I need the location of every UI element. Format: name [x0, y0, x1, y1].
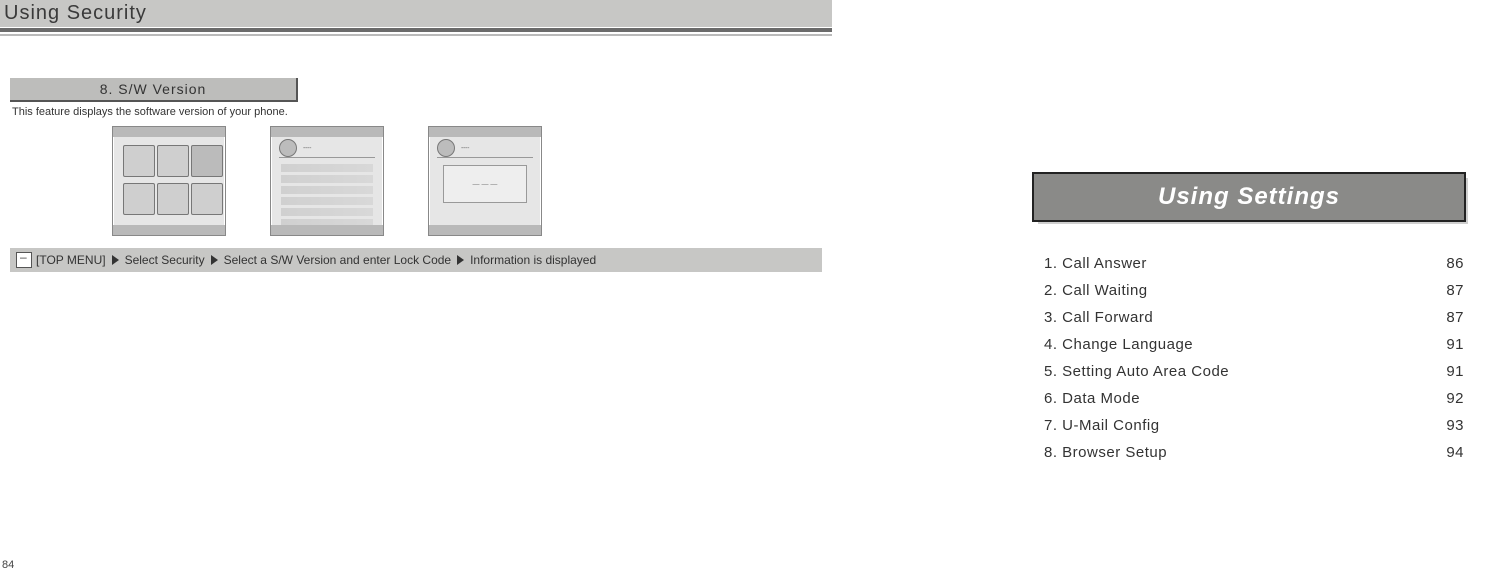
toc-label: 7. U-Mail Config	[1044, 417, 1160, 434]
left-page: Using Security 8. S/W Version This featu…	[0, 0, 832, 577]
chevron-right-icon	[457, 255, 464, 265]
toc-row: 6. Data Mode 92	[1044, 385, 1464, 412]
toc-row: 7. U-Mail Config 93	[1044, 412, 1464, 439]
nav-part-info-displayed: Information is displayed	[470, 253, 596, 267]
page-title: Using Security	[4, 2, 147, 24]
lock-icon	[437, 139, 455, 157]
chevron-right-icon	[211, 255, 218, 265]
toc-row: 8. Browser Setup 94	[1044, 439, 1464, 466]
page-number-left: 84	[2, 559, 14, 571]
toc-page: 91	[1446, 336, 1464, 353]
chapter-heading-box: Using Settings	[1032, 172, 1468, 222]
section-heading-label: 8. S/W Version	[100, 81, 207, 97]
phone-screenshot-security-list: ----	[270, 126, 384, 236]
toc-label: 4. Change Language	[1044, 336, 1193, 353]
section-heading-sw-version: 8. S/W Version	[10, 78, 298, 102]
chapter-heading-label: Using Settings	[1158, 183, 1340, 211]
toc-row: 4. Change Language 91	[1044, 331, 1464, 358]
phone-screenshot-menu-grid	[112, 126, 226, 236]
toc-label: 6. Data Mode	[1044, 390, 1140, 407]
toc-page: 94	[1446, 444, 1464, 461]
toc-page: 87	[1446, 282, 1464, 299]
toc-row: 3. Call Forward 87	[1044, 304, 1464, 331]
table-of-contents: 1. Call Answer 86 2. Call Waiting 87 3. …	[1044, 250, 1464, 466]
lock-icon	[279, 139, 297, 157]
toc-row: 5. Setting Auto Area Code 91	[1044, 358, 1464, 385]
toc-page: 93	[1446, 417, 1464, 434]
toc-label: 5. Setting Auto Area Code	[1044, 363, 1229, 380]
toc-label: 2. Call Waiting	[1044, 282, 1148, 299]
page-title-bar: Using Security	[0, 0, 832, 27]
screenshot-row: ---- ---- — — —	[112, 126, 542, 236]
toc-page: 86	[1446, 255, 1464, 272]
toc-row: 1. Call Answer 86	[1044, 250, 1464, 277]
toc-page: 92	[1446, 390, 1464, 407]
toc-page: 87	[1446, 309, 1464, 326]
toc-page: 91	[1446, 363, 1464, 380]
toc-label: 3. Call Forward	[1044, 309, 1153, 326]
toc-label: 1. Call Answer	[1044, 255, 1147, 272]
right-page: Using Settings 1. Call Answer 86 2. Call…	[832, 0, 1508, 577]
nav-part-select-security: Select Security	[125, 253, 205, 267]
navigation-path: [TOP MENU] Select Security Select a S/W …	[10, 248, 822, 272]
toc-label: 8. Browser Setup	[1044, 444, 1167, 461]
section-description: This feature displays the software versi…	[12, 106, 288, 118]
title-divider	[0, 28, 832, 40]
nav-part-top-menu: [TOP MENU]	[36, 253, 106, 267]
chevron-right-icon	[112, 255, 119, 265]
nav-part-select-sw-version: Select a S/W Version and enter Lock Code	[224, 253, 451, 267]
phone-screenshot-info-dialog: ---- — — —	[428, 126, 542, 236]
toc-row: 2. Call Waiting 87	[1044, 277, 1464, 304]
menu-icon	[16, 252, 32, 268]
